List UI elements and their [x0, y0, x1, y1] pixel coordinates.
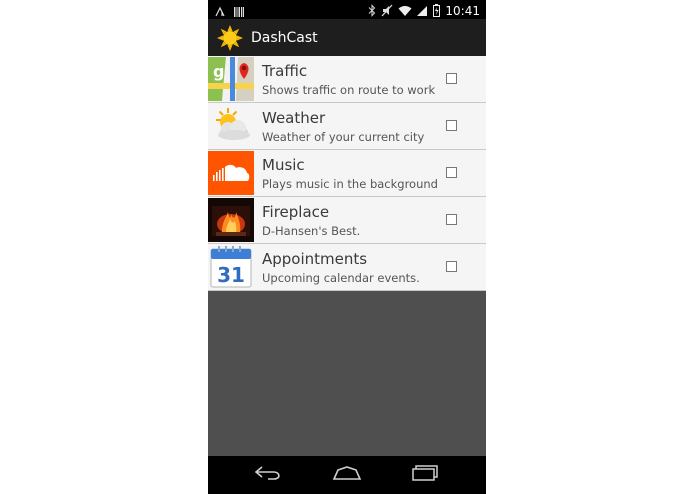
calendar-day-number: 31 [217, 263, 245, 287]
list-item-fireplace[interactable]: Fireplace D-Hansen's Best. [208, 197, 486, 244]
recents-icon [410, 464, 440, 486]
weather-checkbox[interactable] [446, 120, 457, 131]
music-checkbox[interactable] [446, 167, 457, 178]
back-button[interactable] [252, 464, 286, 486]
home-button[interactable] [330, 464, 364, 486]
weather-icon [208, 104, 254, 148]
recents-button[interactable] [408, 464, 442, 486]
back-icon [254, 465, 284, 485]
item-title: Music [262, 156, 305, 174]
maps-icon: g [208, 57, 254, 101]
sun-icon [217, 24, 243, 51]
fireplace-icon [208, 198, 254, 242]
item-subtitle: Plays music in the background [262, 177, 438, 191]
item-subtitle: Upcoming calendar events. [262, 271, 420, 285]
svg-text:g: g [213, 62, 224, 81]
status-time: 10:41 [445, 4, 480, 18]
appointments-checkbox[interactable] [446, 261, 457, 272]
app-title: DashCast [251, 29, 318, 46]
list-item-music[interactable]: Music Plays music in the background [208, 150, 486, 197]
item-title: Weather [262, 109, 326, 127]
module-list: g Traffic Shows traffic on route to work [208, 56, 486, 291]
calendar-icon: 31 [208, 245, 254, 289]
fireplace-checkbox[interactable] [446, 214, 457, 225]
list-item-weather[interactable]: Weather Weather of your current city [208, 103, 486, 150]
action-bar: DashCast [208, 19, 486, 56]
traffic-checkbox[interactable] [446, 73, 457, 84]
home-icon [332, 465, 362, 485]
item-title: Traffic [262, 62, 308, 80]
list-item-traffic[interactable]: g Traffic Shows traffic on route to work [208, 56, 486, 103]
soundcloud-icon [208, 151, 254, 195]
navigation-bar [208, 456, 486, 494]
item-title: Appointments [262, 250, 368, 268]
item-subtitle: D-Hansen's Best. [262, 224, 361, 238]
item-subtitle: Shows traffic on route to work [262, 83, 436, 97]
list-item-appointments[interactable]: 31 Appointments Upcoming calendar events… [208, 244, 486, 291]
item-title: Fireplace [262, 203, 330, 221]
phone-screen: 10:41 DashCast g Traffic Shows traffic o… [208, 0, 486, 494]
status-bar: 10:41 [208, 0, 486, 19]
item-subtitle: Weather of your current city [262, 130, 425, 144]
